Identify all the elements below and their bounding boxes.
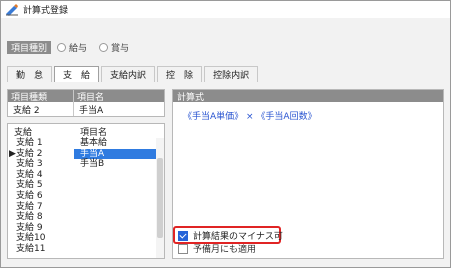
list-item-name (74, 191, 164, 202)
radio-circle-icon[interactable] (57, 42, 67, 52)
minus-allowed-label: 計算結果のマイナス可 (193, 232, 283, 242)
list-item[interactable]: 支給 8 (8, 212, 164, 223)
list-item[interactable]: 支給 3 手当B (8, 159, 164, 170)
list-scrollbar[interactable] (156, 138, 164, 258)
list-item-name: 手当B (80, 159, 105, 170)
grid-header: 項目種類 項目名 (8, 90, 164, 103)
list-item[interactable]: 支給11 (8, 244, 164, 255)
selected-item-grid: 項目種類 項目名 支給 2 手当A (7, 89, 165, 117)
list-item-name: 基本給 (80, 138, 108, 148)
list-item-name (74, 202, 164, 213)
list-header-payment: 支給 (14, 127, 33, 138)
list-item[interactable]: 支給10 (8, 233, 164, 244)
list-item-code: 支給11 (16, 243, 46, 254)
window-title: 計算式登録 (23, 6, 69, 16)
list-item-code: ▶支給 2 (9, 148, 43, 159)
item-kind-radio-group: 給与 賞与 (57, 41, 141, 54)
item-list: 支給 項目名 支給 1 基本給 ▶支給 2 手当A 支給 3 手当B 支給 4 … (7, 123, 165, 259)
list-header-name: 項目名 (80, 127, 108, 138)
radio-salary-label: 給与 (69, 43, 88, 54)
tab-bar: 勤 怠 支 給 支給内訳 控 除 控除内訳 (7, 66, 260, 82)
list-item[interactable]: 支給 6 (8, 191, 164, 202)
radio-bonus[interactable]: 賞与 (99, 41, 129, 54)
list-item[interactable]: 支給 4 (8, 170, 164, 181)
list-item-code: 支給 9 (16, 222, 43, 233)
checkbox-checked-icon[interactable] (178, 230, 188, 241)
list-item-code: 支給 4 (16, 169, 43, 180)
next-month-option[interactable]: 予備月にも適用 (178, 242, 256, 255)
list-item[interactable]: 支給 1 基本給 (8, 138, 164, 149)
grid-cell-kind: 支給 2 (8, 102, 74, 116)
grid-cell-name: 手当A (79, 105, 104, 116)
list-item[interactable]: 支給 7 (8, 202, 164, 213)
list-item-code: 支給 8 (16, 212, 43, 223)
list-item[interactable]: 支給 9 (8, 223, 164, 234)
item-kind-label: 項目種別 (7, 40, 52, 54)
list-item-code: 支給 7 (16, 201, 43, 212)
tab-deduction-details[interactable]: 控除内訳 (204, 66, 259, 82)
item-kind-row: 項目種別 給与 賞与 (7, 40, 141, 54)
formula-editor[interactable]: 《手当A単価》 × 《手当A回数》 (183, 109, 317, 122)
grid-row[interactable]: 支給 2 手当A (8, 102, 164, 116)
tab-deduction[interactable]: 控 除 (157, 66, 203, 82)
minus-allowed-option[interactable]: 計算結果のマイナス可 (178, 229, 283, 242)
tab-payment-details[interactable]: 支給内訳 (101, 66, 156, 82)
list-item-selected[interactable]: ▶支給 2 手当A (8, 148, 164, 160)
list-item-name (74, 212, 164, 223)
list-item-code: 支給 5 (16, 180, 43, 191)
radio-salary[interactable]: 給与 (57, 41, 87, 54)
next-month-label: 予備月にも適用 (193, 245, 257, 255)
grid-header-kind: 項目種類 (8, 90, 74, 103)
item-list-header: 支給 項目名 (8, 124, 164, 138)
radio-circle-icon[interactable] (99, 42, 109, 52)
list-item-name (74, 233, 164, 244)
formula-header: 計算式 (173, 90, 443, 103)
list-item-name (74, 180, 164, 191)
list-item-name: 手当A (74, 148, 164, 160)
grid-header-name: 項目名 (77, 92, 105, 103)
list-item-name (74, 170, 164, 181)
list-item-code: 支給 6 (16, 190, 43, 201)
list-item-name (74, 223, 164, 234)
tab-attendance[interactable]: 勤 怠 (7, 66, 53, 82)
list-item-code: 支給 1 (16, 138, 43, 148)
list-item-code: 支給 3 (16, 159, 43, 170)
scrollbar-thumb[interactable] (157, 158, 163, 238)
title-bar: 計算式登録 (1, 1, 450, 18)
tab-payment[interactable]: 支 給 (54, 66, 100, 82)
list-item-name (74, 244, 164, 255)
list-item-code: 支給10 (16, 233, 46, 244)
radio-bonus-label: 賞与 (111, 43, 130, 54)
checkbox-icon[interactable] (178, 243, 188, 254)
list-item[interactable]: 支給 5 (8, 180, 164, 191)
app-icon (6, 3, 18, 16)
